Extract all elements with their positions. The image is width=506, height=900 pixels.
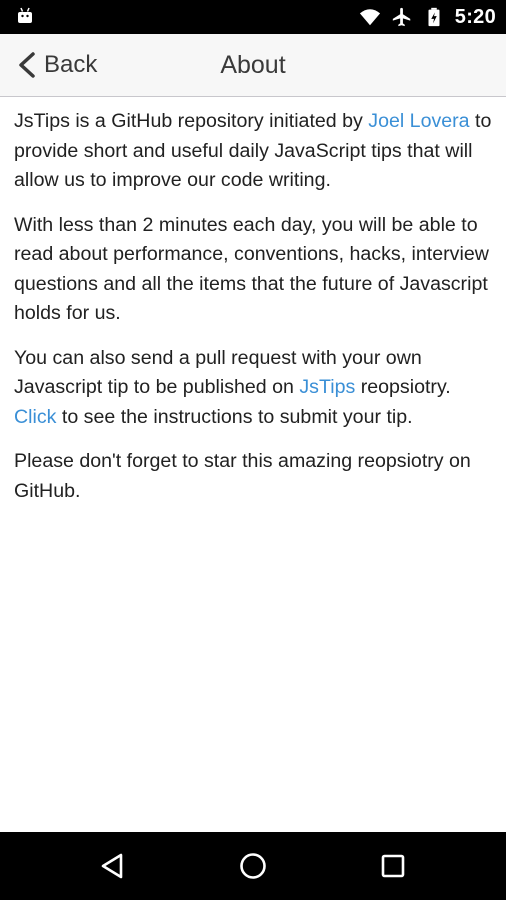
navigation-bar: Back About <box>0 34 506 97</box>
wifi-icon <box>359 9 380 26</box>
android-icon <box>18 7 32 23</box>
benefits-paragraph: With less than 2 minutes each day, you w… <box>14 213 489 325</box>
back-button[interactable]: Back <box>16 34 97 96</box>
contribute-text-end: to see the instructions to submit your t… <box>56 405 413 428</box>
star-paragraph: Please don't forget to star this amazing… <box>14 450 471 502</box>
back-triangle-icon <box>101 853 123 879</box>
recents-square-icon <box>381 854 405 878</box>
click-link[interactable]: Click <box>14 406 56 428</box>
chevron-left-icon <box>19 52 35 78</box>
intro-paragraph: JsTips is a GitHub repository initiated … <box>14 107 494 196</box>
contribute-paragraph: You can also send a pull request with yo… <box>14 344 494 433</box>
system-home-button[interactable] <box>233 846 273 886</box>
airplane-icon <box>392 7 411 27</box>
contribute-text-middle: reopsiotry. <box>355 376 451 398</box>
joel-lovera-link[interactable]: Joel Lovera <box>368 110 469 132</box>
clock-time: 5:20 <box>454 5 496 28</box>
system-navigation-bar <box>0 832 506 900</box>
about-content: JsTips is a GitHub repository initiated … <box>14 107 494 521</box>
intro-text: JsTips is a GitHub repository initiated … <box>14 110 369 132</box>
system-back-button[interactable] <box>93 846 133 886</box>
home-circle-icon <box>240 853 266 879</box>
status-bar: 5:20 <box>0 0 506 34</box>
back-button-label: Back <box>44 51 98 78</box>
battery-charging-icon <box>428 7 440 27</box>
jstips-link[interactable]: JsTips <box>299 376 355 398</box>
system-recents-button[interactable] <box>373 846 413 886</box>
